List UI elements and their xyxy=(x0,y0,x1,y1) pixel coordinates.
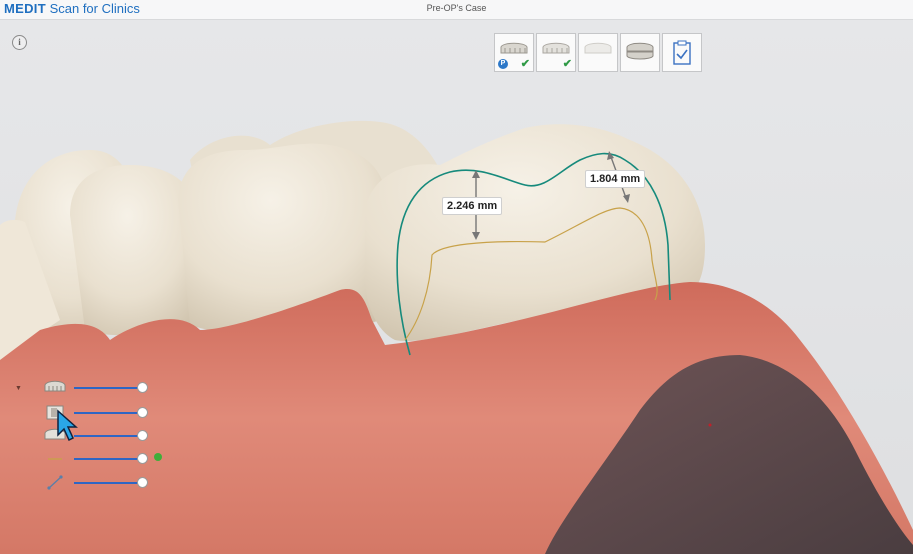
upper-arch-icon xyxy=(500,42,528,54)
stage-preop-maxilla-button[interactable]: P ✔ xyxy=(494,33,534,72)
arch-icon xyxy=(584,42,612,54)
layer-slider-margin[interactable] xyxy=(0,451,163,467)
stage-preop-mandible-button[interactable]: ✔ xyxy=(536,33,576,72)
line-icon xyxy=(48,458,62,460)
check-icon: ✔ xyxy=(520,58,530,70)
slider-track[interactable] xyxy=(74,435,144,437)
layer-slider-preop[interactable] xyxy=(0,380,160,396)
slider-knob[interactable] xyxy=(137,382,148,393)
slider-knob[interactable] xyxy=(137,430,148,441)
case-title: Pre-OP's Case xyxy=(426,3,487,13)
info-icon: i xyxy=(18,37,21,47)
slider-track[interactable] xyxy=(74,482,144,484)
title-bar: MEDIT Scan for Clinics Pre-OP's Case xyxy=(0,0,913,20)
teeth-model-icon xyxy=(44,380,66,392)
measure-label-1: 2.246 mm xyxy=(442,197,503,215)
stage-review-button[interactable] xyxy=(662,33,702,72)
mouse-cursor-icon xyxy=(57,409,78,442)
slider-track[interactable] xyxy=(74,387,144,389)
measure-label-2: 1.804 mm xyxy=(585,170,646,188)
slider-track[interactable] xyxy=(74,458,144,460)
ruler-line-icon xyxy=(47,475,63,490)
info-button[interactable]: i xyxy=(12,35,27,50)
stage-occlusion-button[interactable] xyxy=(620,33,660,72)
slider-track[interactable] xyxy=(74,412,144,414)
3d-viewport[interactable]: 2.246 mm 1.804 mm xyxy=(0,20,913,554)
slider-knob[interactable] xyxy=(137,453,148,464)
occlusion-icon xyxy=(626,42,654,60)
stage-prep-button[interactable] xyxy=(578,33,618,72)
preop-badge: P xyxy=(498,59,508,69)
clipboard-check-icon xyxy=(673,40,691,65)
layer-slider-measure[interactable] xyxy=(0,475,160,491)
check-icon: ✔ xyxy=(562,58,572,70)
slider-knob[interactable] xyxy=(137,477,148,488)
visibility-dot-icon[interactable] xyxy=(153,452,163,462)
dental-scan-model[interactable] xyxy=(0,20,913,554)
layer-slider-antagonist[interactable] xyxy=(0,428,160,444)
lower-arch-icon xyxy=(542,42,570,54)
layer-slider-prep[interactable] xyxy=(0,405,160,421)
tooth-premolar xyxy=(70,165,198,336)
slider-knob[interactable] xyxy=(137,407,148,418)
